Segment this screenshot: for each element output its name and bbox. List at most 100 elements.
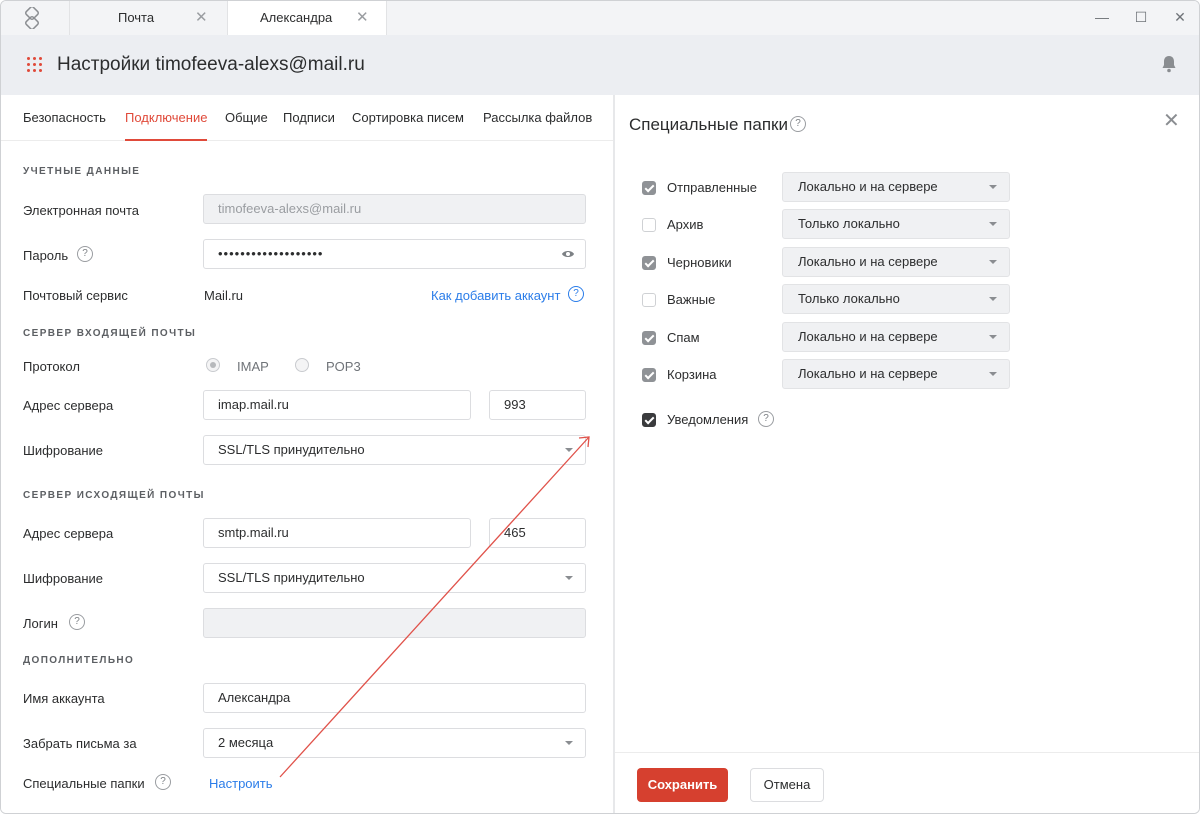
login-field	[203, 608, 586, 638]
imap-radio-label: IMAP	[237, 359, 269, 374]
chevron-down-icon	[989, 297, 997, 301]
cancel-button[interactable]: Отмена	[750, 768, 824, 802]
folder-mode-value: Локально и на сервере	[798, 329, 938, 344]
incoming-server-label: Адрес сервера	[23, 398, 114, 413]
account-name-label: Имя аккаунта	[23, 691, 105, 706]
section-additional: ДОПОЛНИТЕЛЬНО	[23, 655, 135, 666]
outgoing-port-input[interactable]: 465	[489, 518, 586, 548]
chevron-down-icon	[565, 576, 573, 580]
eye-icon[interactable]	[561, 248, 575, 260]
folder-spam-label: Спам	[667, 330, 700, 345]
tab-file-mailing[interactable]: Рассылка файлов	[483, 110, 592, 141]
app-window: Почта ✕ Александра ✕ — ☐ ✕ Настройки tim…	[0, 0, 1200, 814]
password-field[interactable]: •••••••••••••••••••	[203, 239, 586, 269]
folder-archive-mode-select[interactable]: Только локально	[782, 209, 1010, 239]
chevron-down-icon	[565, 741, 573, 745]
chevron-down-icon	[565, 448, 573, 452]
add-account-link[interactable]: Как добавить аккаунт	[431, 288, 560, 303]
folder-spam-checkbox[interactable]	[642, 331, 656, 345]
folder-important-mode-select[interactable]: Только локально	[782, 284, 1010, 314]
email-field: timofeeva-alexs@mail.ru	[203, 194, 586, 224]
mail-service-value: Mail.ru	[204, 288, 244, 303]
folder-archive-checkbox[interactable]	[642, 218, 656, 232]
protocol-label: Протокол	[23, 359, 80, 374]
chevron-down-icon	[989, 335, 997, 339]
configure-link[interactable]: Настроить	[209, 776, 273, 791]
window-tab-mail[interactable]: Почта ✕	[69, 1, 227, 35]
close-tab-icon[interactable]: ✕	[356, 1, 369, 35]
folder-sent-mode-select[interactable]: Локально и на сервере	[782, 172, 1010, 202]
minimize-button[interactable]: —	[1087, 1, 1117, 35]
notifications-checkbox[interactable]	[642, 413, 656, 427]
app-logo-icon	[25, 7, 39, 29]
notifications-help-icon[interactable]: ?	[758, 411, 774, 427]
tab-signatures[interactable]: Подписи	[283, 110, 335, 141]
outgoing-server-label: Адрес сервера	[23, 526, 114, 541]
tab-connection[interactable]: Подключение	[125, 110, 208, 141]
incoming-server-input[interactable]: imap.mail.ru	[203, 390, 471, 420]
tab-general[interactable]: Общие	[225, 110, 268, 141]
connection-settings-panel: Безопасность Подключение Общие Подписи С…	[1, 95, 613, 813]
close-panel-button[interactable]: ✕	[1163, 111, 1180, 131]
window-tab-label: Александра	[260, 10, 333, 25]
folder-important-label: Важные	[667, 292, 716, 307]
section-credentials: УЧЕТНЫЕ ДАННЫЕ	[23, 166, 141, 177]
password-label-text: Пароль	[23, 248, 69, 263]
incoming-encryption-select[interactable]: SSL/TLS принудительно	[203, 435, 586, 465]
notifications-label: Уведомления	[667, 412, 749, 427]
folder-mode-value: Локально и на сервере	[798, 254, 938, 269]
chevron-down-icon	[989, 185, 997, 189]
special-folders-help-icon[interactable]: ?	[155, 774, 171, 790]
outgoing-encryption-select[interactable]: SSL/TLS принудительно	[203, 563, 586, 593]
save-button[interactable]: Сохранить	[637, 768, 728, 802]
apps-grid-icon[interactable]	[27, 57, 43, 73]
close-window-button[interactable]: ✕	[1165, 1, 1195, 35]
chevron-down-icon	[989, 260, 997, 264]
special-folders-title: Специальные папки	[629, 115, 788, 134]
outgoing-server-input[interactable]: smtp.mail.ru	[203, 518, 471, 548]
fetch-period-label: Забрать письма за	[23, 736, 137, 751]
folder-trash-mode-select[interactable]: Локально и на сервере	[782, 359, 1010, 389]
folder-spam-mode-select[interactable]: Локально и на сервере	[782, 322, 1010, 352]
settings-tabs: Безопасность Подключение Общие Подписи С…	[1, 95, 613, 141]
email-label: Электронная почта	[23, 203, 140, 218]
special-folders-title-help-icon[interactable]: ?	[790, 116, 806, 132]
mail-service-label: Почтовый сервис	[23, 288, 128, 303]
login-help-icon[interactable]: ?	[69, 614, 85, 630]
section-incoming: СЕРВЕР ВХОДЯЩЕЙ ПОЧТЫ	[23, 328, 197, 339]
account-name-input[interactable]: Александра	[203, 683, 586, 713]
window-tab-label: Почта	[118, 10, 155, 25]
title-bar: Почта ✕ Александра ✕ — ☐ ✕	[1, 1, 1199, 35]
window-tab-account[interactable]: Александра ✕	[227, 1, 387, 35]
incoming-encryption-label: Шифрование	[23, 443, 103, 458]
maximize-button[interactable]: ☐	[1126, 1, 1156, 35]
bell-icon[interactable]	[1161, 55, 1177, 73]
tab-security[interactable]: Безопасность	[23, 110, 106, 141]
folder-important-checkbox[interactable]	[642, 293, 656, 307]
special-folders-panel: Специальные папки ? ✕ Отправленные Локал…	[615, 95, 1199, 813]
outgoing-encryption-label: Шифрование	[23, 571, 103, 586]
login-label: Логин	[23, 616, 58, 631]
folder-trash-label: Корзина	[667, 367, 717, 382]
imap-radio[interactable]	[206, 358, 220, 372]
folder-sent-checkbox[interactable]	[642, 181, 656, 195]
folder-archive-label: Архив	[667, 217, 704, 232]
folder-mode-value: Только локально	[798, 216, 900, 231]
page-title: Настройки timofeeva-alexs@mail.ru	[57, 54, 365, 75]
folder-drafts-mode-select[interactable]: Локально и на сервере	[782, 247, 1010, 277]
tab-mail-sorting[interactable]: Сортировка писем	[352, 110, 464, 141]
section-outgoing: СЕРВЕР ИСХОДЯЩЕЙ ПОЧТЫ	[23, 490, 205, 501]
close-tab-icon[interactable]: ✕	[195, 1, 208, 35]
password-label: Пароль	[23, 248, 68, 263]
folder-sent-label: Отправленные	[667, 180, 757, 195]
folder-drafts-checkbox[interactable]	[642, 256, 656, 270]
add-account-help-icon[interactable]: ?	[568, 286, 584, 302]
fetch-period-select[interactable]: 2 месяца	[203, 728, 586, 758]
folder-mode-value: Локально и на сервере	[798, 179, 938, 194]
incoming-port-input[interactable]: 993	[489, 390, 586, 420]
password-help-icon[interactable]: ?	[77, 246, 93, 262]
special-folders-label: Специальные папки	[23, 776, 145, 791]
folder-trash-checkbox[interactable]	[642, 368, 656, 382]
fetch-period-value: 2 месяца	[218, 735, 274, 750]
pop3-radio[interactable]	[295, 358, 309, 372]
